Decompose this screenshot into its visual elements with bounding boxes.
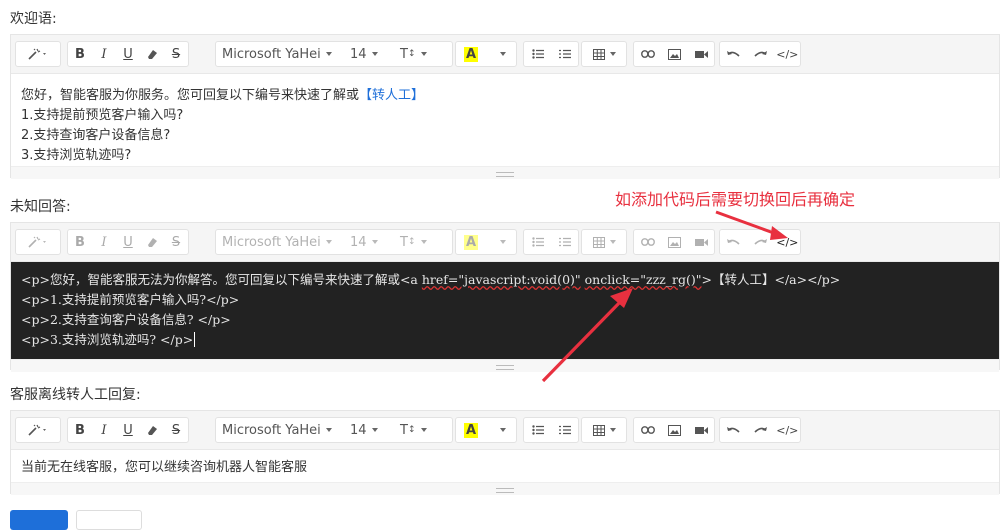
offline-content[interactable]: 当前无在线客服，您可以继续咨询机器人智能客服 (11, 450, 999, 482)
strikethrough-button[interactable]: S (164, 230, 188, 254)
undo-icon[interactable] (720, 418, 747, 442)
welcome-line-3: 2.支持查询客户设备信息? (21, 128, 171, 143)
toolbar: B I U S Microsoft YaHei 14 T ↕ A </> (11, 35, 999, 74)
code-line-3: <p>2.支持查询客户设备信息? </p> (21, 312, 231, 327)
underline-button[interactable]: U (116, 230, 140, 254)
toolbar: B I U S Microsoft YaHei 14 T ↕ A </> (11, 411, 999, 450)
redo-icon[interactable] (747, 42, 774, 66)
welcome-editor: B I U S Microsoft YaHei 14 T ↕ A </> 您好，… (10, 34, 1000, 179)
italic-button[interactable]: I (92, 42, 116, 66)
italic-button[interactable]: I (92, 418, 116, 442)
strikethrough-button[interactable]: S (164, 42, 188, 66)
cancel-button[interactable] (76, 510, 142, 530)
annotation-text: 如添加代码后需要切换回后再确定 (615, 190, 856, 209)
welcome-label: 欢迎语: (10, 11, 57, 27)
welcome-line-2: 1.支持提前预览客户输入吗? (21, 108, 184, 123)
offline-text: 当前无在线客服，您可以继续咨询机器人智能客服 (21, 460, 308, 475)
video-icon[interactable] (689, 418, 714, 442)
bullet-list-icon[interactable] (524, 418, 551, 442)
table-icon[interactable] (582, 230, 626, 254)
underline-button[interactable]: U (116, 418, 140, 442)
welcome-line-4: 3.支持浏览轨迹吗? (21, 148, 132, 163)
font-family-select[interactable]: Microsoft YaHei (216, 230, 344, 254)
bullet-list-icon[interactable] (524, 42, 551, 66)
highlight-button[interactable]: A (456, 418, 486, 442)
toolbar: B I U S Microsoft YaHei 14 T ↕ A </> (11, 223, 999, 262)
code-view-icon[interactable]: </> (775, 230, 800, 254)
image-icon[interactable] (661, 418, 688, 442)
eraser-icon[interactable] (140, 418, 164, 442)
resize-handle[interactable] (11, 482, 999, 495)
welcome-line-1: 您好，智能客服为你服务。您可回复以下编号来快速了解或 (21, 88, 360, 103)
highlight-dropdown[interactable] (486, 418, 514, 442)
undo-icon[interactable] (720, 42, 747, 66)
unknown-editor: B I U S Microsoft YaHei 14 T ↕ A </> <p>… (10, 222, 1000, 372)
magic-wand-icon[interactable] (16, 230, 60, 254)
highlight-dropdown[interactable] (486, 230, 514, 254)
bold-button[interactable]: B (68, 230, 92, 254)
table-icon[interactable] (582, 42, 626, 66)
font-family-select[interactable]: Microsoft YaHei (216, 418, 344, 442)
redo-icon[interactable] (747, 418, 774, 442)
font-size-select[interactable]: 14 (344, 418, 394, 442)
bold-button[interactable]: B (68, 42, 92, 66)
image-icon[interactable] (661, 230, 688, 254)
code-view-icon[interactable]: </> (775, 418, 800, 442)
confirm-button[interactable] (10, 510, 68, 530)
undo-icon[interactable] (720, 230, 747, 254)
eraser-icon[interactable] (140, 230, 164, 254)
numbered-list-icon[interactable] (551, 418, 578, 442)
code-view-icon[interactable]: </> (775, 42, 800, 66)
eraser-icon[interactable] (140, 42, 164, 66)
link-icon[interactable] (634, 230, 661, 254)
resize-handle[interactable] (11, 166, 999, 179)
video-icon[interactable] (689, 42, 714, 66)
magic-wand-icon[interactable] (16, 42, 60, 66)
highlight-button[interactable]: A (456, 230, 486, 254)
highlight-dropdown[interactable] (486, 42, 514, 66)
bold-button[interactable]: B (68, 418, 92, 442)
font-size-select[interactable]: 14 (344, 42, 394, 66)
video-icon[interactable] (689, 230, 714, 254)
image-icon[interactable] (661, 42, 688, 66)
resize-handle[interactable] (11, 359, 999, 372)
highlight-button[interactable]: A (456, 42, 486, 66)
numbered-list-icon[interactable] (551, 230, 578, 254)
offline-label: 客服离线转人工回复: (10, 387, 141, 403)
unknown-label: 未知回答: (10, 199, 71, 215)
text-style-select[interactable]: T ↕ (394, 418, 444, 442)
underline-button[interactable]: U (116, 42, 140, 66)
numbered-list-icon[interactable] (551, 42, 578, 66)
text-style-select[interactable]: T ↕ (394, 42, 444, 66)
code-line-4: <p>3.支持浏览轨迹吗? </p> (21, 332, 196, 347)
font-family-select[interactable]: Microsoft YaHei (216, 42, 344, 66)
redo-icon[interactable] (747, 230, 774, 254)
link-icon[interactable] (634, 418, 661, 442)
transfer-human-link[interactable]: 【转人工】 (359, 88, 424, 103)
code-line-2: <p>1.支持提前预览客户输入吗?</p> (21, 292, 240, 307)
magic-wand-icon[interactable] (16, 418, 60, 442)
text-style-select[interactable]: T ↕ (394, 230, 444, 254)
italic-button[interactable]: I (92, 230, 116, 254)
table-icon[interactable] (582, 418, 626, 442)
offline-editor: B I U S Microsoft YaHei 14 T ↕ A </> 当前无… (10, 410, 1000, 495)
strikethrough-button[interactable]: S (164, 418, 188, 442)
link-icon[interactable] (634, 42, 661, 66)
bullet-list-icon[interactable] (524, 230, 551, 254)
welcome-content[interactable]: 您好，智能客服为你服务。您可回复以下编号来快速了解或【转人工】 1.支持提前预览… (11, 74, 999, 166)
code-editor[interactable]: <p>您好，智能客服无法为你解答。您可回复以下编号来快速了解或<a href="… (11, 262, 999, 359)
font-size-select[interactable]: 14 (344, 230, 394, 254)
